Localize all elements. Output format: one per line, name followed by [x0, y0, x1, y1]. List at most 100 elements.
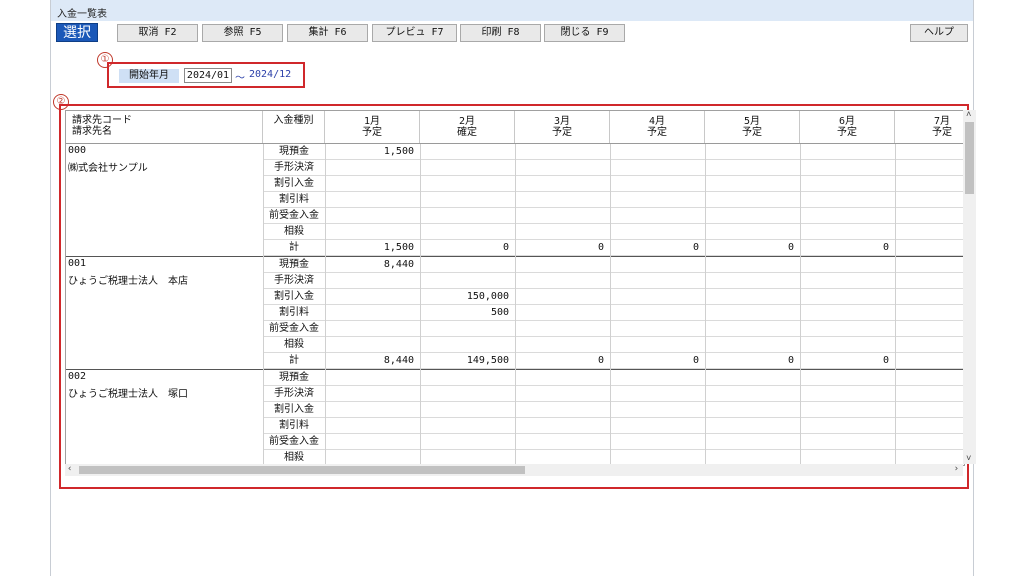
amount-cell[interactable]: [515, 257, 604, 273]
amount-cell[interactable]: [515, 321, 604, 337]
amount-cell[interactable]: [800, 273, 889, 289]
amount-cell[interactable]: [420, 257, 509, 273]
amount-cell[interactable]: [325, 289, 414, 305]
amount-cell[interactable]: [420, 434, 509, 450]
amount-cell[interactable]: [515, 386, 604, 402]
amount-cell[interactable]: [325, 224, 414, 240]
amount-cell[interactable]: [420, 208, 509, 224]
vertical-scrollbar[interactable]: ˄ ˅: [963, 110, 976, 464]
amount-cell[interactable]: 0: [420, 240, 509, 256]
amount-cell[interactable]: [705, 160, 794, 176]
amount-cell[interactable]: [705, 321, 794, 337]
amount-cell[interactable]: [325, 337, 414, 353]
amount-cell[interactable]: [325, 386, 414, 402]
amount-cell[interactable]: [610, 321, 699, 337]
amount-cell[interactable]: [515, 305, 604, 321]
vertical-scroll-thumb[interactable]: [965, 122, 974, 194]
preview-f7-button[interactable]: プレビュ F7: [372, 24, 457, 42]
amount-cell[interactable]: [610, 208, 699, 224]
amount-cell[interactable]: [800, 337, 889, 353]
amount-cell[interactable]: [800, 402, 889, 418]
start-month-field[interactable]: 2024/01: [184, 68, 232, 83]
amount-cell[interactable]: [610, 434, 699, 450]
amount-cell[interactable]: 0: [515, 353, 604, 369]
amount-cell[interactable]: 0: [705, 353, 794, 369]
amount-cell[interactable]: [420, 386, 509, 402]
amount-cell[interactable]: [610, 273, 699, 289]
amount-cell[interactable]: [705, 192, 794, 208]
amount-cell[interactable]: [800, 192, 889, 208]
amount-cell[interactable]: [800, 144, 889, 160]
amount-cell[interactable]: [325, 370, 414, 386]
amount-cell[interactable]: 8,440: [325, 353, 414, 369]
amount-cell[interactable]: [325, 305, 414, 321]
amount-cell[interactable]: [325, 176, 414, 192]
amount-cell[interactable]: [515, 418, 604, 434]
amount-cell[interactable]: [515, 176, 604, 192]
end-month-field[interactable]: 2024/12: [249, 69, 291, 80]
amount-cell[interactable]: [325, 192, 414, 208]
amount-cell[interactable]: [325, 434, 414, 450]
print-f8-button[interactable]: 印刷 F8: [460, 24, 541, 42]
amount-cell[interactable]: 0: [610, 353, 699, 369]
amount-cell[interactable]: [515, 144, 604, 160]
reference-f5-button[interactable]: 参照 F5: [202, 24, 283, 42]
amount-cell[interactable]: [800, 160, 889, 176]
cancel-f2-button[interactable]: 取消 F2: [117, 24, 198, 42]
amount-cell[interactable]: [515, 434, 604, 450]
amount-cell[interactable]: 0: [800, 353, 889, 369]
amount-cell[interactable]: [515, 370, 604, 386]
amount-cell[interactable]: [325, 402, 414, 418]
scroll-right-icon[interactable]: ›: [954, 464, 959, 474]
amount-cell[interactable]: 0: [705, 240, 794, 256]
amount-cell[interactable]: [705, 176, 794, 192]
amount-cell[interactable]: [610, 337, 699, 353]
amount-cell[interactable]: [515, 289, 604, 305]
amount-cell[interactable]: 500: [420, 305, 509, 321]
horizontal-scroll-thumb[interactable]: [79, 466, 525, 474]
amount-cell[interactable]: 0: [800, 240, 889, 256]
amount-cell[interactable]: 1,500: [325, 144, 414, 160]
amount-cell[interactable]: [705, 273, 794, 289]
amount-cell[interactable]: [515, 160, 604, 176]
amount-cell[interactable]: [610, 224, 699, 240]
amount-cell[interactable]: 1,500: [325, 240, 414, 256]
amount-cell[interactable]: [705, 257, 794, 273]
amount-cell[interactable]: [515, 402, 604, 418]
amount-cell[interactable]: [515, 224, 604, 240]
amount-cell[interactable]: [420, 176, 509, 192]
amount-cell[interactable]: [420, 418, 509, 434]
amount-cell[interactable]: [705, 370, 794, 386]
amount-cell[interactable]: [610, 386, 699, 402]
aggregate-f6-button[interactable]: 集計 F6: [287, 24, 368, 42]
payment-grid[interactable]: 請求先コード 請求先名 入金種別 1月 予定 2月 確定 3月 予定 4月 予定: [65, 110, 965, 466]
amount-cell[interactable]: [800, 224, 889, 240]
amount-cell[interactable]: [420, 337, 509, 353]
scroll-left-icon[interactable]: ‹: [67, 464, 72, 474]
amount-cell[interactable]: [515, 337, 604, 353]
amount-cell[interactable]: [610, 160, 699, 176]
amount-cell[interactable]: [420, 321, 509, 337]
amount-cell[interactable]: [800, 370, 889, 386]
amount-cell[interactable]: [515, 273, 604, 289]
close-f9-button[interactable]: 閉じる F9: [544, 24, 625, 42]
scroll-down-icon[interactable]: ˅: [966, 454, 971, 464]
amount-cell[interactable]: [800, 305, 889, 321]
amount-cell[interactable]: 0: [610, 240, 699, 256]
amount-cell[interactable]: [610, 192, 699, 208]
amount-cell[interactable]: [420, 224, 509, 240]
amount-cell[interactable]: [705, 144, 794, 160]
amount-cell[interactable]: [800, 257, 889, 273]
amount-cell[interactable]: [610, 418, 699, 434]
amount-cell[interactable]: [325, 321, 414, 337]
amount-cell[interactable]: [325, 273, 414, 289]
amount-cell[interactable]: [420, 370, 509, 386]
amount-cell[interactable]: [420, 402, 509, 418]
amount-cell[interactable]: [610, 176, 699, 192]
select-button[interactable]: 選択: [56, 23, 98, 42]
amount-cell[interactable]: [800, 386, 889, 402]
amount-cell[interactable]: [420, 160, 509, 176]
amount-cell[interactable]: [420, 144, 509, 160]
help-button[interactable]: ヘルプ: [910, 24, 968, 42]
scroll-up-icon[interactable]: ˄: [966, 110, 971, 120]
